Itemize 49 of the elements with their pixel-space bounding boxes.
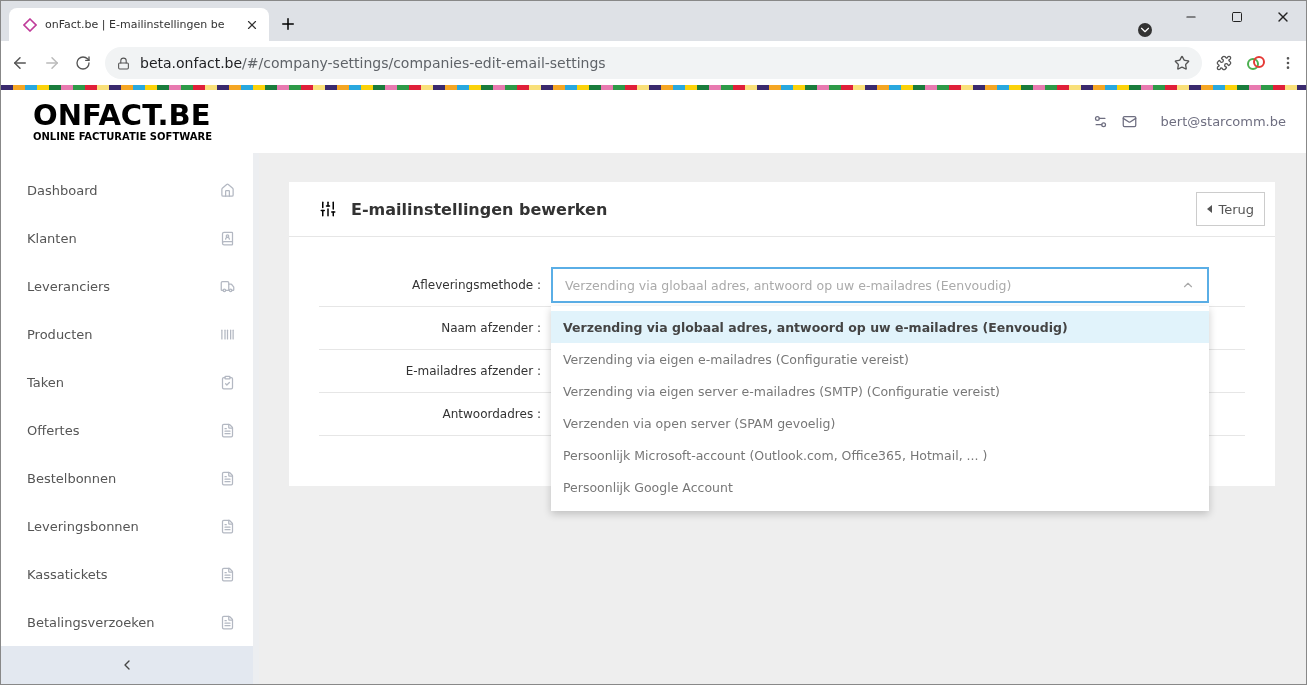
pdf-icon — [220, 470, 235, 486]
back-button[interactable]: Terug — [1196, 192, 1265, 226]
reload-icon[interactable] — [75, 55, 91, 71]
sidebar-item[interactable]: Taken — [1, 358, 253, 406]
user-email[interactable]: bert@starcomm.be — [1160, 114, 1286, 129]
lock-icon — [117, 56, 130, 70]
pdf-icon — [220, 422, 235, 438]
contacts-icon — [220, 230, 235, 246]
address-bar[interactable]: beta.onfact.be/#/company-settings/companies-edit-email-settings — [105, 47, 1202, 79]
dropdown-icon[interactable] — [1138, 23, 1152, 37]
browser-tab[interactable]: onFact.be | E-mailinstellingen be — [9, 8, 269, 41]
url-text: beta.onfact.be/#/company-settings/companies-edit-email-settings — [140, 55, 606, 71]
sidebar-item[interactable]: Offertes — [1, 406, 253, 454]
caret-icon — [1207, 205, 1214, 213]
star-icon[interactable] — [1174, 55, 1190, 71]
dropdown-option[interactable]: Verzending via globaal adres, antwoord op uw e-mailadres (Eenvoudig) — [551, 311, 1209, 343]
mail-icon[interactable] — [1121, 114, 1137, 129]
rings-icon[interactable] — [1246, 56, 1266, 70]
sidebar-item[interactable]: Producten — [1, 310, 253, 358]
sidebar-item[interactable]: Betalingsverzoeken — [1, 598, 253, 646]
logo[interactable]: ONFACT.BE ONLINE FACTURATIE SOFTWARE — [33, 101, 213, 142]
sidebar-item[interactable]: Kassatickets — [1, 550, 253, 598]
maximize-icon[interactable] — [1231, 11, 1243, 23]
new-tab-icon[interactable] — [279, 15, 297, 33]
field-label: Naam afzender : — [440, 321, 542, 335]
sliders-icon — [319, 200, 337, 218]
diamond-icon — [23, 17, 37, 32]
dropdown-option[interactable]: Persoonlijk Microsoft-account (Outlook.com, Office365, Hotmail, ... ) — [551, 439, 1209, 471]
home-icon — [220, 182, 235, 198]
puzzle-icon[interactable] — [1216, 55, 1232, 71]
card-title: E-mailinstellingen bewerken — [351, 199, 608, 219]
sidebar-item[interactable]: Leveranciers — [1, 262, 253, 310]
field-label: E-mailadres afzender : — [404, 364, 542, 378]
pdf-icon — [220, 566, 235, 582]
sidebar-item[interactable]: Bestelbonnen — [1, 454, 253, 502]
pdf-icon — [220, 518, 235, 534]
truck-icon — [220, 278, 235, 294]
field-label: Antwoordadres : — [441, 407, 542, 421]
clipboard-icon — [220, 374, 235, 390]
dropdown-option[interactable]: Verzenden via open server (SPAM gevoelig) — [551, 407, 1209, 439]
sidebar-item[interactable]: Dashboard — [1, 166, 253, 214]
dropdown-option[interactable]: Persoonlijk Google Account — [551, 471, 1209, 503]
dropdown-option[interactable]: Verzending via eigen e-mailadres (Configuratie vereist) — [551, 343, 1209, 375]
pdf-icon — [220, 614, 235, 630]
sidebar-item[interactable]: Leveringsbonnen — [1, 502, 253, 550]
dropdown-option[interactable]: Verzending via eigen server e-mailadres (SMTP) (Configuratie vereist) — [551, 375, 1209, 407]
barcode-icon — [220, 326, 235, 342]
field-label: Afleveringsmethode : — [411, 278, 542, 292]
sidebar-item[interactable]: Klanten — [1, 214, 253, 262]
